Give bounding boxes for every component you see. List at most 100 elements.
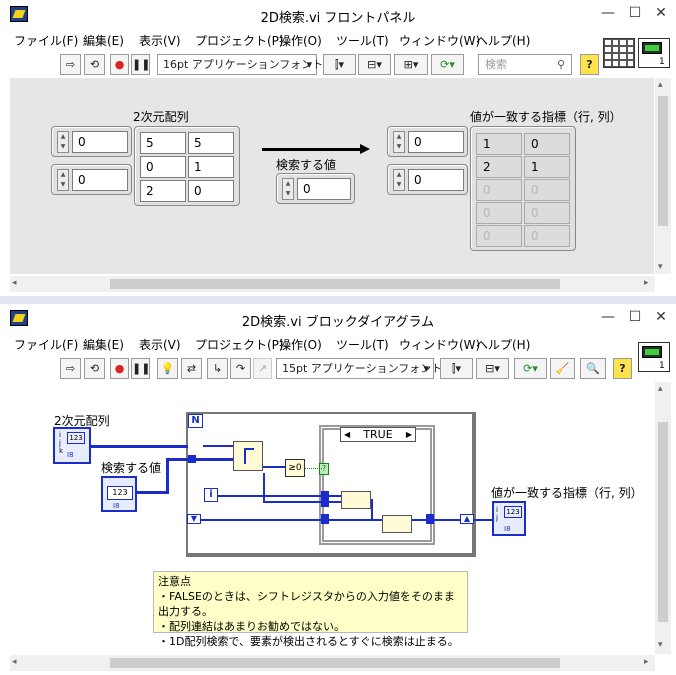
zoom-icon[interactable]: 🔍 <box>580 358 606 379</box>
build-array-function[interactable] <box>341 491 371 509</box>
minimize-icon[interactable]: — <box>595 2 621 24</box>
search-input[interactable]: 検索 ⚲ <box>478 54 572 75</box>
array-cell[interactable]: 2 <box>140 180 186 202</box>
result-cell: 0 <box>524 225 570 247</box>
search-terminal-label: 検索する値 <box>101 461 162 475</box>
shift-register-left[interactable]: ▼ <box>187 514 201 524</box>
menu-window[interactable]: ウィンドウ(W) <box>399 32 480 49</box>
search-value-input[interactable]: 0 <box>297 178 351 200</box>
array-cell[interactable]: 5 <box>188 132 234 154</box>
shift-register-right[interactable]: ▲ <box>460 514 474 524</box>
front-panel-hscroll[interactable]: ◂ ▸ <box>10 276 655 292</box>
loop-count-terminal[interactable]: N <box>188 414 203 428</box>
menu-window[interactable]: ウィンドウ(W) <box>399 336 480 353</box>
maximize-icon[interactable]: ☐ <box>622 306 648 328</box>
wire <box>412 519 460 521</box>
block-diagram-titlebar: 2D検索.vi ブロックダイアグラム — ☐ ✕ <box>0 304 676 334</box>
array-cell[interactable]: 5 <box>140 132 186 154</box>
reorder-icon[interactable]: ⟳▾ <box>431 54 464 75</box>
menu-edit[interactable]: 編集(E) <box>83 336 124 353</box>
col-index-input[interactable]: 0 <box>72 169 128 191</box>
wire <box>263 501 341 503</box>
menu-project[interactable]: プロジェクト(P) <box>195 32 284 49</box>
loop-index-terminal[interactable]: i <box>204 488 218 502</box>
numeric-glyph: 123 <box>107 486 133 500</box>
menu-help[interactable]: ヘルプ(H) <box>476 32 530 49</box>
case-selector-terminal[interactable]: ? <box>319 463 329 475</box>
run-arrow-icon[interactable]: ⇨ <box>60 54 81 75</box>
clean-up-diagram-icon[interactable]: 🧹 <box>550 358 575 379</box>
case-structure[interactable] <box>319 425 435 545</box>
array-terminal[interactable]: ijk 123 I8 <box>53 427 91 464</box>
menu-operate[interactable]: 操作(O) <box>279 336 322 353</box>
col-index-stepper[interactable]: ▲ ▼ <box>57 169 69 191</box>
reorder-icon[interactable]: ⟳▾ <box>514 358 547 379</box>
row-index-stepper[interactable]: ▲ ▼ <box>57 131 69 153</box>
abort-icon[interactable]: ● <box>110 358 129 379</box>
menu-project[interactable]: プロジェクト(P) <box>195 336 284 353</box>
search-icon: ⚲ <box>556 58 565 71</box>
menu-view[interactable]: 表示(V) <box>139 336 181 353</box>
result-col-stepper[interactable]: ▲ ▼ <box>393 169 405 191</box>
build-array-function[interactable] <box>382 515 412 533</box>
array-cell[interactable]: 0 <box>188 180 234 202</box>
result-terminal[interactable]: ij 123 I8 <box>492 501 526 536</box>
font-select[interactable]: 16pt アプリケーションフォント ▾ <box>157 54 323 75</box>
array-cell[interactable]: 1 <box>188 156 234 178</box>
search-value-stepper[interactable]: ▲ ▼ <box>282 178 294 200</box>
block-diagram-vscroll[interactable]: ▴ ▾ <box>655 382 671 654</box>
resize-objects-icon[interactable]: ⊞▾ <box>394 54 428 75</box>
font-select[interactable]: 15pt アプリケーションフォント ▾ <box>276 358 442 379</box>
case-selector[interactable]: ◀ TRUE ▶ <box>340 427 416 442</box>
row-index-input[interactable]: 0 <box>72 131 128 153</box>
note-line: ・FALSEのときは、シフトレジスタからの入力値をそのまま出力する。 <box>158 590 455 618</box>
search-terminal[interactable]: 123 I8 <box>101 476 137 512</box>
menu-edit[interactable]: 編集(E) <box>83 32 124 49</box>
result-row-input[interactable]: 0 <box>408 131 464 153</box>
block-diagram-title: 2D検索.vi ブロックダイアグラム <box>241 315 435 330</box>
result-cell: 0 <box>524 133 570 155</box>
result-cell: 1 <box>476 133 522 155</box>
menu-help[interactable]: ヘルプ(H) <box>476 336 530 353</box>
window-separator <box>0 296 676 304</box>
run-arrow-icon[interactable]: ⇨ <box>60 358 81 379</box>
menu-operate[interactable]: 操作(O) <box>279 32 322 49</box>
menu-file[interactable]: ファイル(F) <box>14 336 78 353</box>
align-objects-icon[interactable]: ⫿▾ <box>440 358 473 379</box>
align-objects-icon[interactable]: ⫿▾ <box>323 54 356 75</box>
wire <box>91 445 188 448</box>
result-row-index: ▲ ▼ 0 <box>387 126 468 157</box>
close-icon[interactable]: ✕ <box>648 2 674 24</box>
highlight-execution-icon[interactable]: 💡 <box>157 358 178 379</box>
front-panel-vscroll[interactable]: ▴ ▾ <box>655 78 671 274</box>
abort-icon[interactable]: ● <box>110 54 129 75</box>
pause-icon[interactable]: ❚❚ <box>131 358 150 379</box>
maximize-icon[interactable]: ☐ <box>622 2 648 24</box>
result-row-stepper[interactable]: ▲ ▼ <box>393 131 405 153</box>
menu-view[interactable]: 表示(V) <box>139 32 181 49</box>
run-continuously-icon[interactable]: ⟲ <box>84 54 105 75</box>
close-icon[interactable]: ✕ <box>648 306 674 328</box>
step-over-icon[interactable]: ↷ <box>230 358 251 379</box>
retain-wire-values-icon[interactable]: ⇄ <box>181 358 202 379</box>
result-terminal-label: 値が一致する指標（行, 列） <box>491 486 643 500</box>
index-array-function[interactable] <box>233 441 263 471</box>
distribute-objects-icon[interactable]: ⊟▾ <box>476 358 509 379</box>
menu-tools[interactable]: ツール(T) <box>336 336 389 353</box>
distribute-objects-icon[interactable]: ⊟▾ <box>358 54 391 75</box>
array-cell[interactable]: 0 <box>140 156 186 178</box>
pause-icon[interactable]: ❚❚ <box>131 54 150 75</box>
step-into-icon[interactable]: ↳ <box>207 358 228 379</box>
wire <box>203 445 233 447</box>
run-continuously-icon[interactable]: ⟲ <box>84 358 105 379</box>
result-col-input[interactable]: 0 <box>408 169 464 191</box>
block-diagram-hscroll[interactable]: ◂ ▸ <box>10 655 655 671</box>
help-icon[interactable]: ? <box>613 358 632 379</box>
help-icon[interactable]: ? <box>580 54 599 75</box>
search-value-control: ▲ ▼ 0 <box>276 173 355 204</box>
menu-tools[interactable]: ツール(T) <box>336 32 389 49</box>
greater-or-equal-zero-function[interactable]: ≥0 <box>285 459 305 477</box>
minimize-icon[interactable]: — <box>595 306 621 328</box>
menu-file[interactable]: ファイル(F) <box>14 32 78 49</box>
step-out-icon[interactable]: ↗ <box>253 358 272 379</box>
